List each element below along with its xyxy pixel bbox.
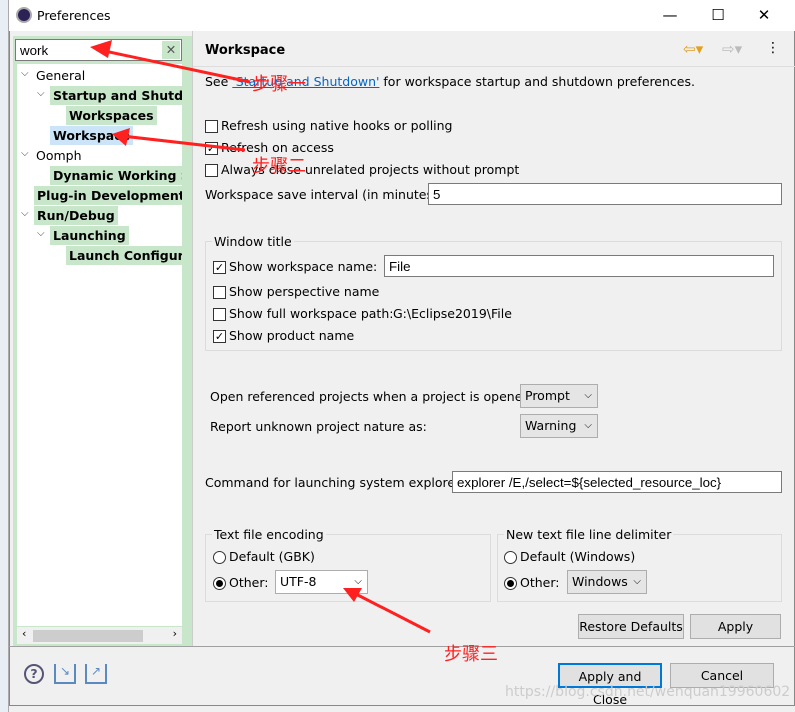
arrow-step3 — [351, 590, 431, 634]
annotation-step3: 步骤三 — [444, 644, 498, 665]
arrow-step1 — [99, 48, 251, 84]
watermark: https://blog.csdn.net/wenquan19960602 — [505, 684, 791, 700]
annotation-arrows — [90, 40, 431, 634]
arrow-step2 — [121, 134, 246, 152]
annotation-step1: 步骤一 — [252, 74, 306, 95]
arrowhead-step2 — [112, 128, 130, 146]
arrowhead-step1 — [90, 40, 112, 58]
annotation-step2: 步骤二 — [252, 156, 306, 177]
